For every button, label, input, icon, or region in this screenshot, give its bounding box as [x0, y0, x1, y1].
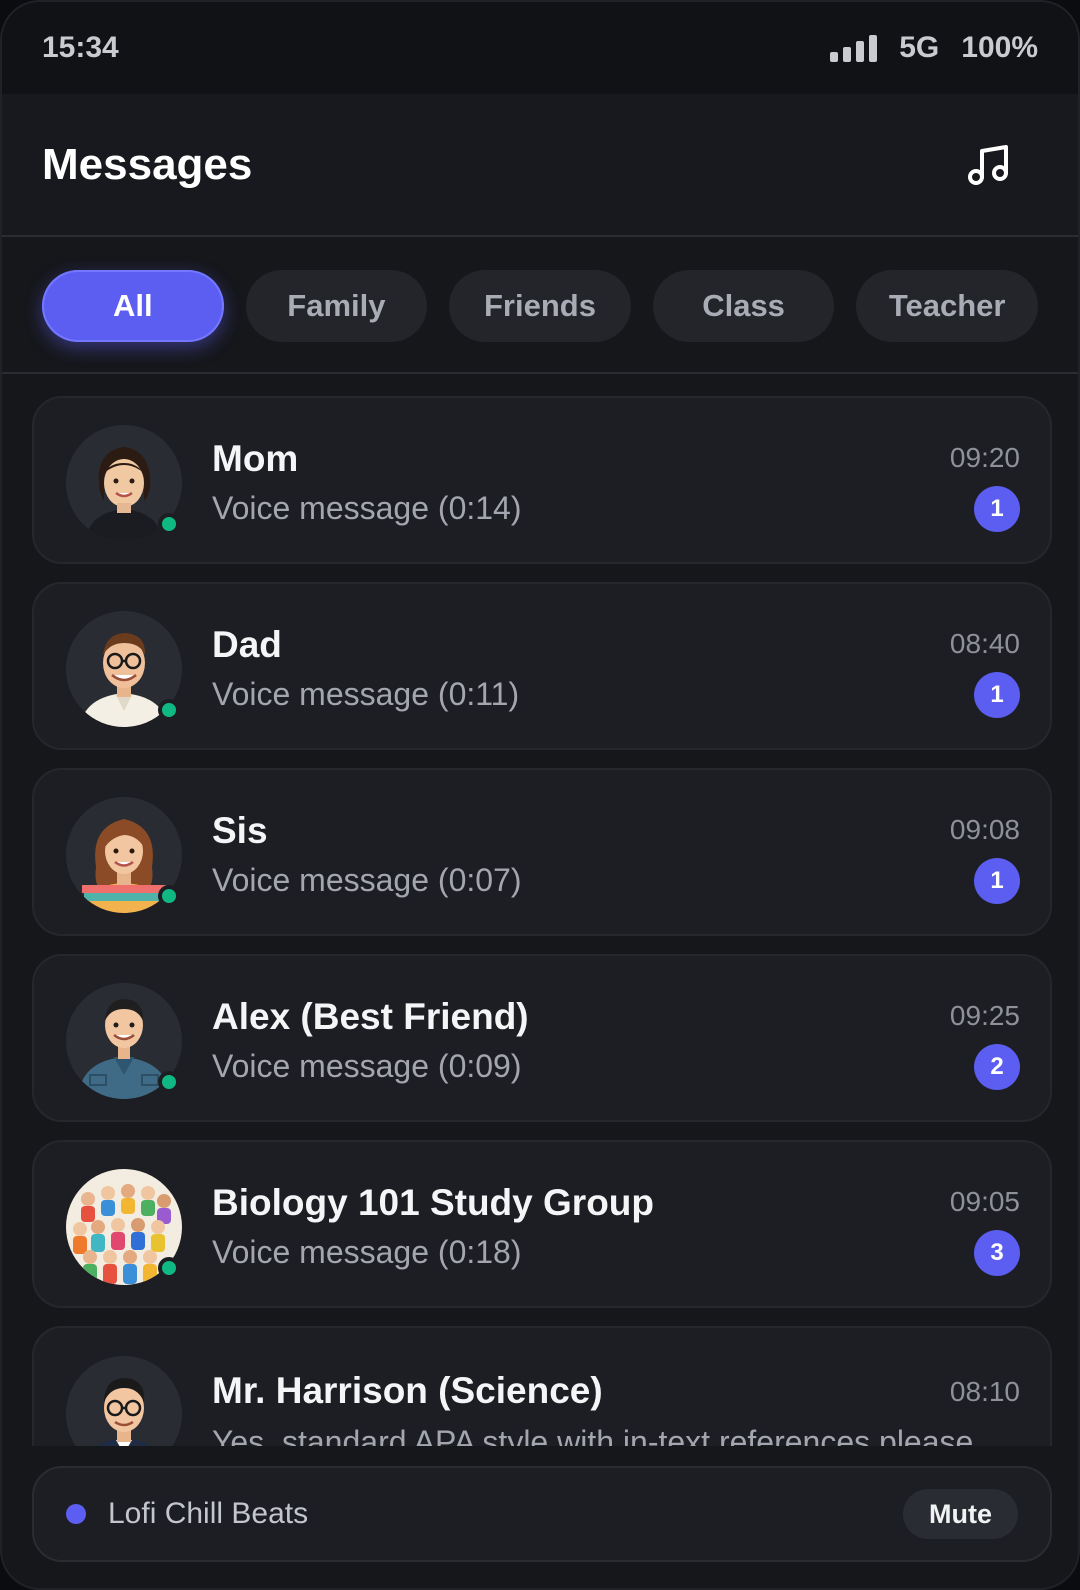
phone-screen: 15:34 5G 100% Messages All Family Friend…	[0, 0, 1080, 1590]
message-time: 09:25	[949, 1000, 1020, 1031]
unread-badge: 3	[974, 1230, 1020, 1276]
message-time: 09:05	[949, 1186, 1020, 1217]
unread-badge: 1	[974, 858, 1020, 904]
message-preview: Voice message (0:18)	[212, 1234, 522, 1270]
avatar	[66, 797, 182, 913]
music-note-icon	[968, 144, 1008, 185]
conversation-item-alex[interactable]: Alex (Best Friend) Voice message (0:09) …	[32, 954, 1052, 1122]
online-indicator	[158, 513, 180, 535]
avatar	[66, 425, 182, 541]
avatar	[66, 983, 182, 1099]
status-indicators: 5G 100%	[830, 31, 1038, 65]
conversation-item-dad[interactable]: Dad Voice message (0:11) 08:40 1	[32, 582, 1052, 750]
message-preview: Voice message (0:07)	[212, 862, 522, 898]
message-preview: Voice message (0:11)	[212, 676, 520, 712]
filter-tabs: All Family Friends Class Teacher	[2, 239, 1078, 374]
message-time: 09:20	[949, 442, 1020, 473]
signal-icon	[830, 34, 878, 62]
online-indicator	[158, 885, 180, 907]
online-indicator	[158, 1257, 180, 1279]
unread-badge: 2	[974, 1044, 1020, 1090]
battery-label: 100%	[961, 31, 1038, 64]
tab-teacher[interactable]: Teacher	[856, 269, 1038, 342]
message-preview: Voice message (0:14)	[212, 490, 522, 526]
conversation-item-biology-group[interactable]: Biology 101 Study Group Voice message (0…	[32, 1140, 1052, 1308]
unread-badge: 1	[974, 486, 1020, 532]
online-indicator	[158, 699, 180, 721]
network-label: 5G	[899, 31, 940, 64]
now-playing-bar[interactable]: Lofi Chill Beats Mute	[32, 1466, 1052, 1562]
tab-family[interactable]: Family	[245, 269, 428, 342]
contact-name: Sis	[212, 810, 268, 851]
status-bar: 15:34 5G 100%	[2, 2, 1078, 94]
contact-name: Alex (Best Friend)	[212, 996, 529, 1037]
message-time: 08:10	[949, 1376, 1020, 1407]
music-button[interactable]	[958, 135, 1018, 195]
conversation-item-sis[interactable]: Sis Voice message (0:07) 09:08 1	[32, 768, 1052, 936]
tab-friends[interactable]: Friends	[449, 269, 631, 342]
avatar	[66, 1169, 182, 1285]
teacher-avatar-icon	[66, 1356, 182, 1446]
message-preview: Yes, standard APA style with in-text ref…	[212, 1424, 983, 1446]
track-title: Lofi Chill Beats	[108, 1497, 309, 1530]
unread-badge: 1	[974, 672, 1020, 718]
conversation-list[interactable]: Mom Voice message (0:14) 09:20 1 Dad Voi…	[32, 396, 1052, 1446]
conversation-item-mr-harrison[interactable]: Mr. Harrison (Science) Yes, standard APA…	[32, 1326, 1052, 1446]
contact-name: Dad	[212, 624, 282, 665]
online-indicator	[158, 1071, 180, 1093]
message-time: 09:08	[949, 814, 1020, 845]
contact-name: Mom	[212, 438, 299, 479]
avatar	[66, 611, 182, 727]
playing-indicator-icon	[66, 1504, 86, 1524]
conversation-item-mom[interactable]: Mom Voice message (0:14) 09:20 1	[32, 396, 1052, 564]
avatar	[66, 1356, 182, 1446]
mute-button[interactable]: Mute	[903, 1489, 1018, 1539]
message-preview: Voice message (0:09)	[212, 1048, 522, 1084]
contact-name: Mr. Harrison (Science)	[212, 1370, 603, 1411]
message-time: 08:40	[949, 628, 1020, 659]
contact-name: Biology 101 Study Group	[212, 1182, 654, 1223]
page-title: Messages	[42, 139, 253, 189]
tab-class[interactable]: Class	[652, 269, 835, 342]
header: Messages	[2, 94, 1078, 237]
tab-all[interactable]: All	[42, 269, 224, 342]
status-time: 15:34	[42, 31, 119, 64]
